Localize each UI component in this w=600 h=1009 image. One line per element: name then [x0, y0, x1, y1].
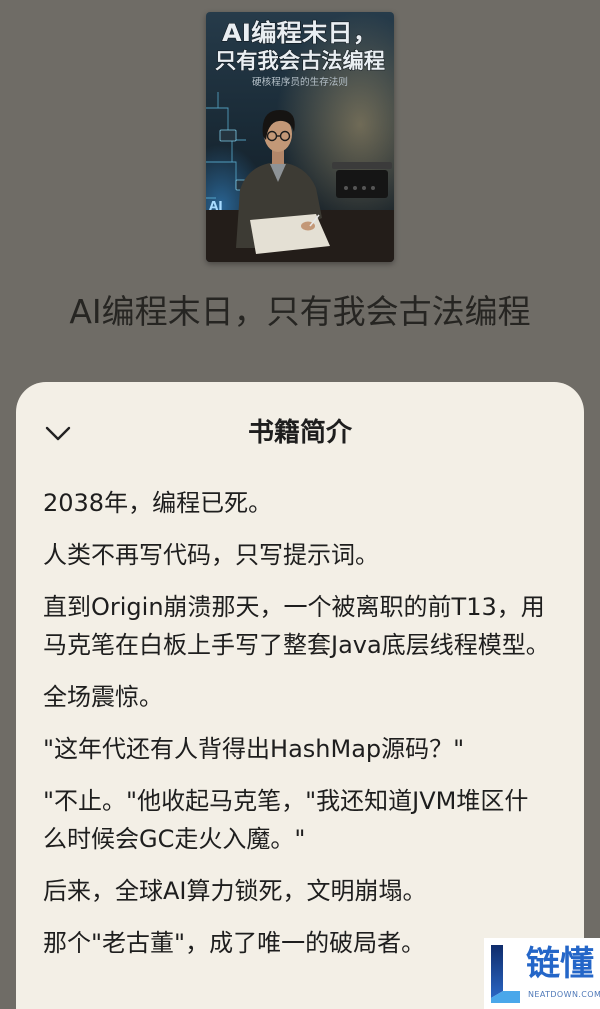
intro-paragraph: "这年代还有人背得出HashMap源码？"	[43, 735, 465, 763]
book-intro-text[interactable]: 2038年，编程已死。 人类不再写代码，只写提示词。 直到Origin崩溃那天，…	[16, 484, 584, 1009]
logo-stem	[491, 945, 503, 998]
chevron-stroke	[45, 426, 71, 440]
intro-paragraph: 人类不再写代码，只写提示词。	[43, 541, 379, 569]
watermark-brand: 链懂	[526, 944, 594, 984]
intro-paragraph: 后来，全球AI算力锁死，文明崩塌。	[43, 877, 427, 905]
collapse-sheet-button[interactable]	[38, 417, 78, 449]
watermark-domain: NEATDOWN.COM	[528, 990, 600, 999]
watermark: 链懂 NEATDOWN.COM	[484, 938, 600, 1009]
l-logo-icon	[491, 945, 520, 1003]
intro-paragraph: 全场震惊。	[43, 683, 163, 711]
sheet-header: 书籍简介	[16, 382, 584, 484]
intro-paragraph: 直到Origin崩溃那天，一个被离职的前T13，用马克笔在白板上手写了整套Jav…	[43, 593, 550, 659]
book-intro-sheet: 书籍简介 2038年，编程已死。 人类不再写代码，只写提示词。 直到Origin…	[16, 382, 584, 1009]
intro-paragraph: 2038年，编程已死。	[43, 489, 273, 517]
intro-paragraph: "不止。"他收起马克笔，"我还知道JVM堆区什么时候会GC走火入魔。"	[43, 787, 529, 853]
sheet-title: 书籍简介	[247, 418, 352, 448]
chevron-down-icon	[45, 426, 71, 440]
intro-paragraph: 那个"老古董"，成了唯一的破局者。	[43, 929, 426, 957]
